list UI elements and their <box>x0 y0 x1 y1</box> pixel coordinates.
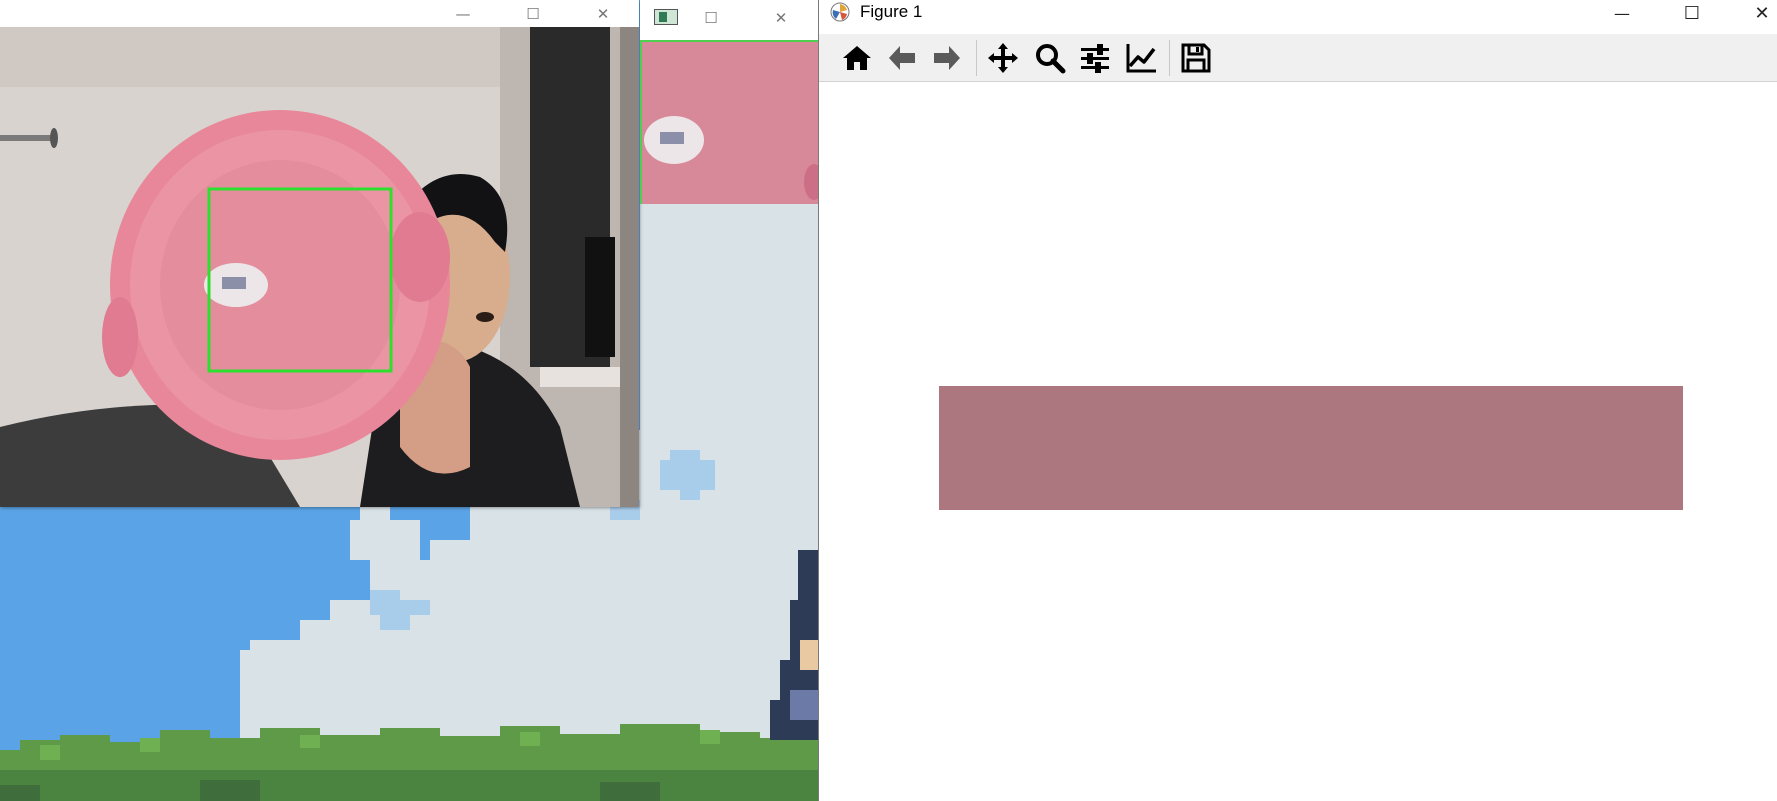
navigation-toolbar <box>819 34 1777 82</box>
zoom-button[interactable] <box>1033 41 1067 75</box>
webcam-window: — ☐ ✕ <box>0 0 639 507</box>
minimize-button[interactable]: — <box>1599 0 1645 27</box>
axes-edit-icon <box>1126 44 1156 73</box>
figure-canvas[interactable] <box>819 82 1777 801</box>
figure-window: Figure 1 — ☐ ✕ <box>818 0 1777 801</box>
figure-titlebar[interactable]: Figure 1 — ☐ ✕ <box>819 0 1777 24</box>
crop-window: ☐ ✕ <box>640 0 818 204</box>
close-button[interactable]: ✕ <box>580 0 626 27</box>
forward-button[interactable] <box>930 41 964 75</box>
subplots-icon <box>1081 44 1109 73</box>
subplots-button[interactable] <box>1078 41 1112 75</box>
save-button[interactable] <box>1179 41 1213 75</box>
home-icon <box>843 46 871 70</box>
maximize-button[interactable]: ☐ <box>1669 0 1715 27</box>
back-icon <box>889 46 915 70</box>
webcam-titlebar[interactable]: — ☐ ✕ <box>0 0 639 27</box>
crop-image <box>642 42 818 204</box>
zoom-icon <box>1036 44 1066 74</box>
webcam-image <box>0 27 639 507</box>
crop-titlebar[interactable]: ☐ ✕ <box>640 0 818 36</box>
matplotlib-logo-icon <box>830 2 850 22</box>
save-icon <box>1181 43 1211 73</box>
toolbar-separator <box>1169 40 1170 76</box>
minimize-button[interactable]: — <box>440 0 486 27</box>
maximize-button[interactable]: ☐ <box>510 0 556 27</box>
pan-icon <box>988 43 1018 73</box>
forward-icon <box>934 46 960 70</box>
color-swatch <box>939 386 1683 510</box>
pan-button[interactable] <box>986 41 1020 75</box>
edit-axes-button[interactable] <box>1124 41 1158 75</box>
home-button[interactable] <box>840 41 874 75</box>
maximize-button[interactable]: ☐ <box>688 4 734 31</box>
toolbar-separator <box>976 40 977 76</box>
webcam-feed <box>0 27 639 507</box>
back-button[interactable] <box>885 41 919 75</box>
close-button[interactable]: ✕ <box>1739 0 1777 27</box>
crop-app-icon <box>654 9 678 25</box>
crop-feed <box>640 40 818 204</box>
window-title: Figure 1 <box>860 2 923 21</box>
close-button[interactable]: ✕ <box>758 4 804 31</box>
